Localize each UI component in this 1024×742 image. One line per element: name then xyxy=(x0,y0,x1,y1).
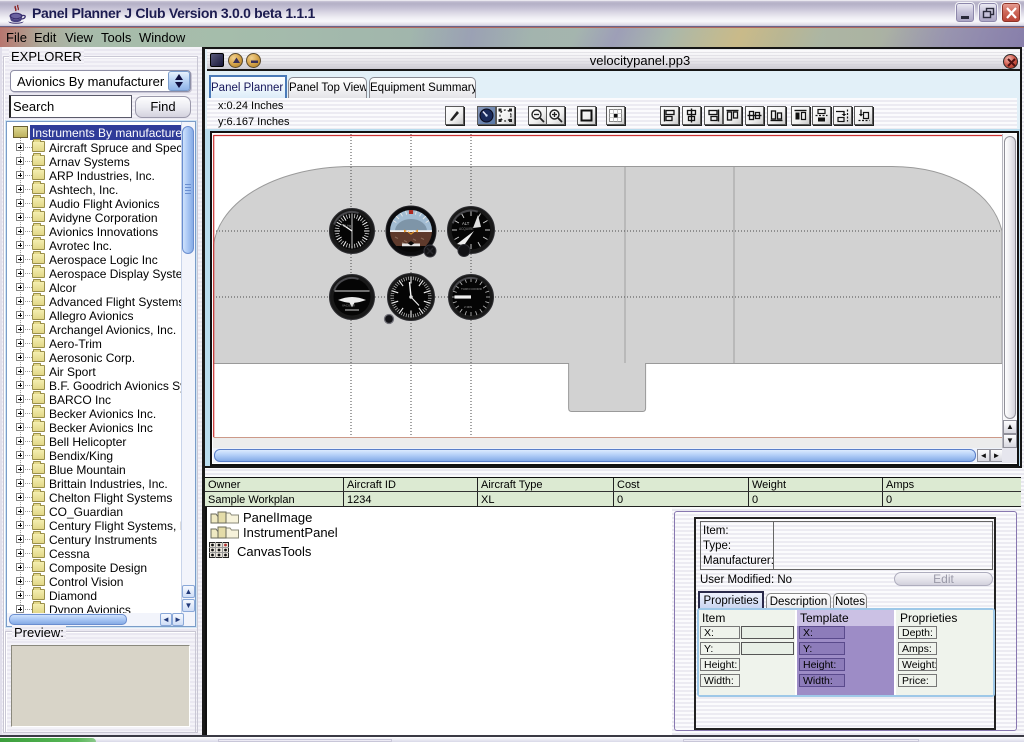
svg-text:ACQUIRE: ACQUIRE xyxy=(459,227,474,231)
svg-text:2 MIN: 2 MIN xyxy=(464,305,472,309)
svg-text:VACUUM: VACUUM xyxy=(342,304,355,308)
svg-text:IN.Hg: IN.Hg xyxy=(343,224,351,228)
svg-text:TURN COORD: TURN COORD xyxy=(461,287,483,291)
svg-text:ALT: ALT xyxy=(462,221,470,226)
